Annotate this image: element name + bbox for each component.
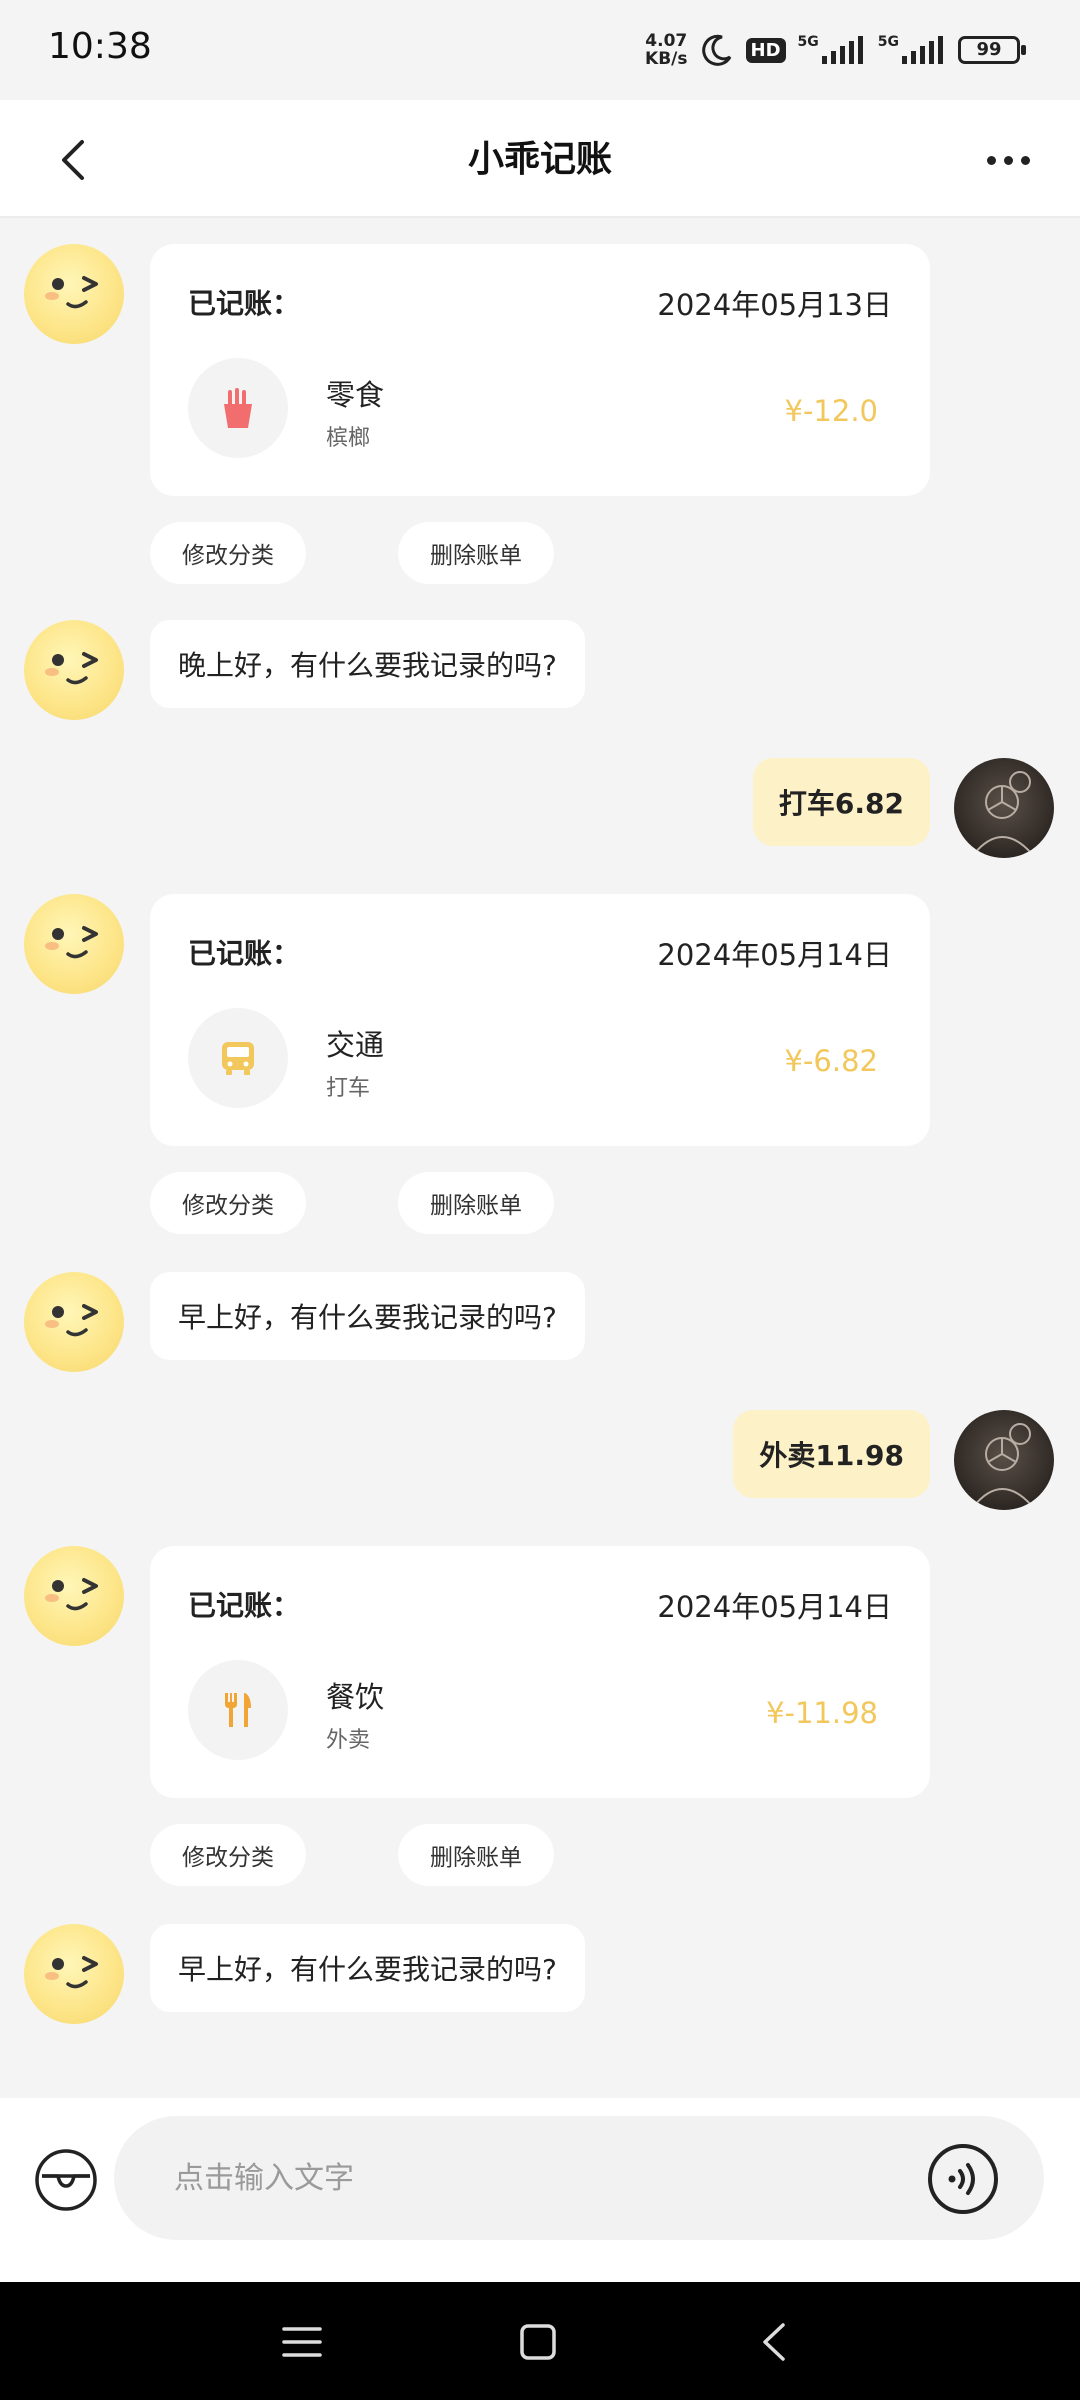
card-date: 2024年05月14日 [657,938,892,972]
user-avatar-icon [973,1423,1033,1507]
edit-category-button[interactable]: 修改分类 [150,522,306,584]
bot-avatar[interactable] [24,620,124,720]
signal-icon: 5G [798,34,866,64]
home-square-icon [520,2324,556,2360]
category-note: 外卖 [326,1728,371,1753]
user-message: 打车6.82 [752,758,930,846]
wink-face-icon [45,1304,98,1337]
system-nav-bar [0,2282,1080,2400]
user-avatar[interactable] [954,1410,1054,1510]
text-input-container[interactable] [114,2116,1044,2240]
network-speed: 4.07 KB/s [645,31,688,69]
bot-message: 早上好，有什么要我记录的吗? [150,1924,585,2012]
battery-icon: 99 [958,36,1026,64]
bus-icon [222,1042,254,1075]
input-bar [0,2098,1080,2282]
wink-face-icon [45,1578,98,1611]
user-avatar-icon [973,771,1033,855]
menu-icon [282,2327,322,2357]
edit-category-button[interactable]: 修改分类 [150,1172,306,1234]
category-icon-circle [188,358,288,458]
card-date: 2024年05月14日 [657,1590,892,1624]
card-label: 已记账： [188,937,301,970]
bot-avatar[interactable] [24,1924,124,2024]
category-note: 打车 [326,1076,371,1101]
card-label: 已记账： [188,1589,301,1622]
dot [1020,155,1030,165]
utensils-icon [225,1693,251,1727]
page-title: 小乖记账 [467,139,612,180]
wink-face-icon [45,652,98,685]
bot-avatar[interactable] [24,1546,124,1646]
home-nav-button[interactable] [508,2312,568,2372]
category-name: 餐饮 [326,1680,385,1714]
delete-bill-button[interactable]: 删除账单 [398,1172,554,1234]
wink-face-icon [45,276,98,309]
delete-bill-button[interactable]: 删除账单 [398,522,554,584]
hd-icon: HD [745,37,786,63]
voice-button[interactable] [926,2142,1000,2216]
amount: ¥-6.82 [784,1044,879,1078]
bot-message: 早上好，有什么要我记录的吗? [150,1272,585,1360]
card-label: 已记账： [188,287,301,320]
wink-face-icon [45,926,98,959]
bot-message: 晚上好，有什么要我记录的吗? [150,620,585,708]
more-options-button[interactable] [976,130,1040,190]
category-note: 槟榔 [326,426,371,451]
chat-area[interactable]: 已记账： 2024年05月13日 零食 槟榔 ¥-12.0 修改分类 删除账单 … [0,218,1080,2098]
signal-icon: 5G [878,34,946,64]
wallet-icon [35,2149,97,2211]
moon-icon [700,33,734,67]
bot-avatar[interactable] [24,1272,124,1372]
edit-category-button[interactable]: 修改分类 [150,1824,306,1886]
message-input[interactable] [174,2116,874,2240]
category-icon-circle [188,1660,288,1760]
app-header: 小乖记账 [0,100,1080,218]
wink-face-icon [45,1956,98,1989]
category-name: 交通 [326,1028,385,1062]
category-icon-circle [188,1008,288,1108]
fries-icon [224,388,252,428]
category-name: 零食 [326,378,385,412]
bill-card[interactable]: 已记账： 2024年05月14日 餐饮 外卖 ¥-11.98 [150,1546,930,1798]
back-triangle-icon [763,2323,785,2361]
delete-bill-button[interactable]: 删除账单 [398,1824,554,1886]
card-date: 2024年05月13日 [657,288,892,322]
bill-card[interactable]: 已记账： 2024年05月14日 交通 打车 ¥-6.82 [150,894,930,1146]
user-message: 外卖11.98 [733,1410,930,1498]
status-icons: 4.07 KB/s HD 5G 5G 99 [645,26,1026,74]
bot-avatar[interactable] [24,894,124,994]
bot-avatar[interactable] [24,244,124,344]
menu-nav-button[interactable] [272,2312,332,2372]
amount: ¥-11.98 [766,1696,878,1730]
status-time: 10:38 [48,26,152,67]
dot [986,155,996,165]
bill-card[interactable]: 已记账： 2024年05月13日 零食 槟榔 ¥-12.0 [150,244,930,496]
status-bar: 10:38 4.07 KB/s HD 5G 5G 99 [0,0,1080,100]
dot [1003,155,1013,165]
amount: ¥-12.0 [784,394,879,428]
user-avatar[interactable] [954,758,1054,858]
wallet-button[interactable] [34,2148,98,2212]
back-nav-button[interactable] [744,2312,804,2372]
voice-icon [928,2144,998,2214]
